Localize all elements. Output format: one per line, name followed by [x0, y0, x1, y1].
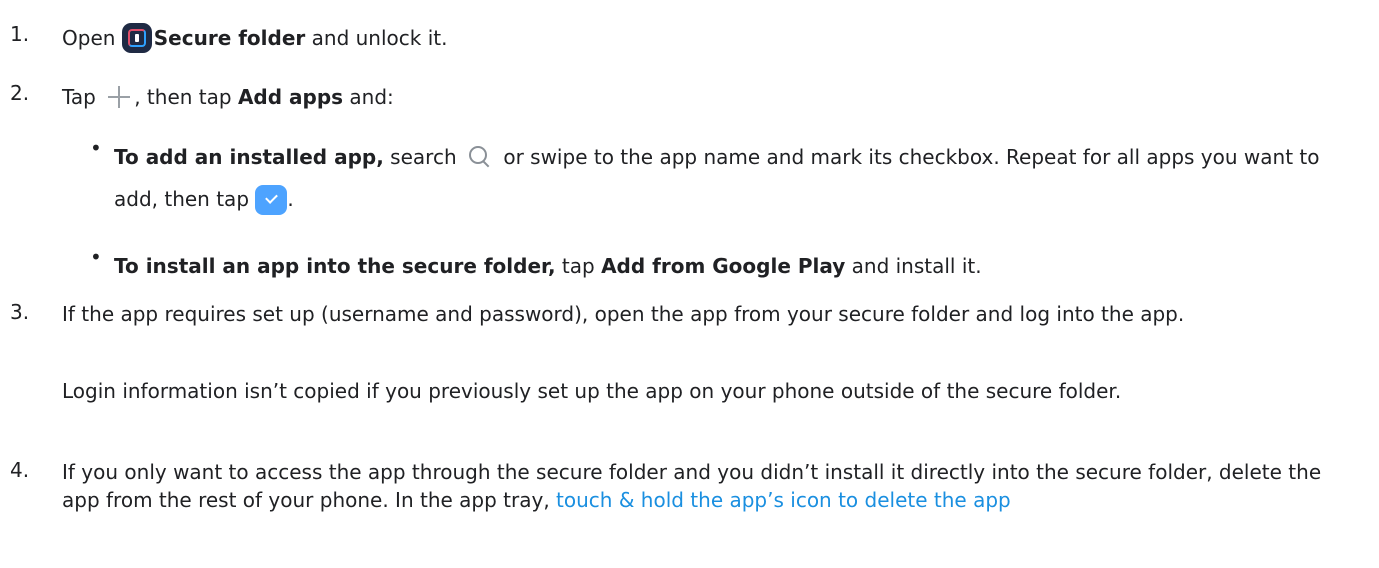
- step-number: 3.: [10, 300, 30, 324]
- step-number: 4.: [10, 458, 30, 482]
- bullet-text: To install an app into the secure folder…: [114, 254, 982, 278]
- step-text: Open Secure folder and unlock it.: [62, 22, 1359, 55]
- bullet-dot: •: [90, 245, 102, 269]
- bullet-text: To add an installed app, search or swipe…: [114, 136, 1361, 220]
- plus-icon: [104, 82, 134, 112]
- check-icon: [255, 184, 288, 215]
- delete-app-link[interactable]: touch & hold the app’s icon to delete th…: [556, 488, 1011, 512]
- step-text: Tap , then tap Add apps and:: [62, 81, 1359, 114]
- add-apps-label: Add apps: [237, 85, 344, 109]
- instructions: 1. Open Secure folder and unlock it. 2. …: [0, 0, 1379, 568]
- step-number: 2.: [10, 81, 30, 105]
- bullet-dot: •: [90, 136, 102, 160]
- secure-folder-label: Secure folder: [153, 26, 306, 50]
- search-icon: [467, 144, 493, 170]
- secure-folder-icon: [121, 22, 152, 53]
- step-text: If you only want to access the app throu…: [62, 460, 1322, 512]
- step-number: 1.: [10, 22, 30, 46]
- note-text: Login information isn’t copied if you pr…: [62, 379, 1122, 403]
- step-text: If the app requires set up (username and…: [62, 302, 1185, 326]
